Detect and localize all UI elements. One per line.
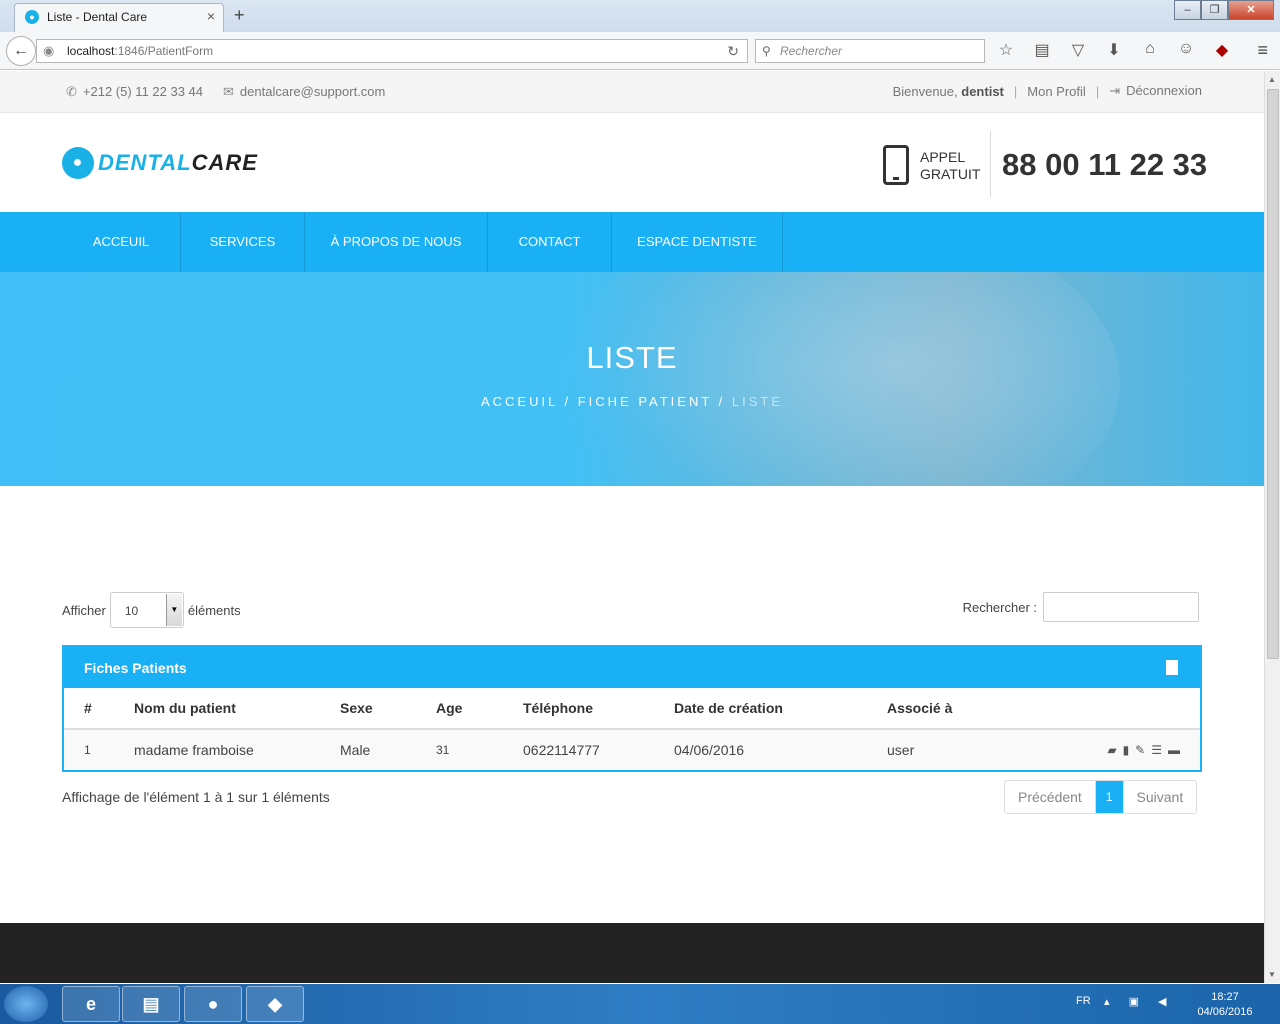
prev-page-button[interactable]: Précédent — [1005, 781, 1096, 813]
patients-panel: Fiches Patients # Nom du patient Sexe Ag… — [62, 645, 1202, 772]
clock[interactable]: 18:27 04/06/2016 — [1190, 990, 1260, 1020]
chevron-down-icon: ▼ — [165, 594, 182, 626]
page-title: LISTE — [586, 340, 678, 375]
pocket-icon[interactable]: ▽ — [1066, 40, 1090, 60]
menu-item-about[interactable]: À PROPOS DE NOUS — [305, 212, 488, 272]
logout-link[interactable]: ⇥ Déconnexion — [1109, 83, 1202, 99]
breadcrumb: ACCEUIL / FICHE PATIENT / LISTE — [480, 394, 784, 409]
main-menu: ACCEUIL SERVICES À PROPOS DE NOUS CONTAC… — [0, 212, 1264, 272]
row-actions: ▰▮✎☰▬ — [1027, 729, 1200, 770]
browser-titlebar: ● Liste - Dental Care × + – ❐ ✕ — [0, 0, 1280, 32]
phone-icon: ✆ — [66, 84, 77, 99]
reload-icon[interactable]: ↻ — [727, 40, 739, 62]
top-info-bar: ✆ +212 (5) 11 22 33 44 ✉ dentalcare@suppor… — [0, 71, 1264, 113]
ie-icon[interactable]: e — [62, 986, 120, 1022]
trash-icon[interactable]: ▬ — [1168, 743, 1186, 757]
site-header: ● DENTAL CARE APPEL GRATUIT 88 00 11 22 33 — [0, 113, 1264, 212]
col-created[interactable]: Date de création — [674, 688, 887, 730]
globe-icon: ◉ — [43, 43, 55, 58]
col-sex[interactable]: Sexe — [340, 688, 436, 730]
tray-icons[interactable]: ▴ ▣ ◀ — [1104, 995, 1175, 1008]
col-assigned[interactable]: Associé à — [887, 688, 1027, 730]
page-scrollbar[interactable]: ▲ ▼ — [1264, 71, 1280, 983]
download-icon[interactable]: ⬇ — [1102, 40, 1126, 60]
tooth-icon: ● — [62, 147, 94, 179]
url-text: localhost:1846/PatientForm — [67, 44, 214, 58]
envelope-icon: ✉ — [223, 84, 234, 99]
tab-title: Liste - Dental Care — [47, 10, 148, 24]
windows-taskbar: e ▤ ● ◆ FR ▴ ▣ ◀ 18:27 04/06/2016 — [0, 984, 1280, 1024]
breadcrumb-patient-form[interactable]: FICHE PATIENT — [578, 394, 712, 409]
language-indicator[interactable]: FR — [1076, 995, 1091, 1007]
table-controls: Afficher 10 ▼ éléments Rechercher : — [62, 592, 1202, 632]
scroll-up-icon[interactable]: ▲ — [1268, 75, 1276, 84]
col-age[interactable]: Age — [436, 688, 523, 730]
minimize-icon[interactable]: – — [1174, 0, 1201, 20]
panel-title: Fiches Patients — [84, 660, 187, 676]
browser-navbar: ← ◉ localhost:1846/PatientForm ↻ ⚲ Reche… — [0, 32, 1280, 70]
list-icon[interactable]: ☰ — [1151, 743, 1168, 757]
menu-item-services[interactable]: SERVICES — [181, 212, 305, 272]
col-phone[interactable]: Téléphone — [523, 688, 674, 730]
table-search-input[interactable] — [1043, 592, 1199, 622]
panel-header: Fiches Patients — [64, 647, 1200, 688]
table-header-row: # Nom du patient Sexe Age Téléphone Date… — [64, 688, 1200, 730]
logo[interactable]: ● DENTAL CARE — [62, 147, 258, 179]
menu-item-dentist-space[interactable]: ESPACE DENTISTE — [612, 212, 783, 272]
maximize-icon[interactable]: ❐ — [1201, 0, 1228, 20]
page-viewport: ✆ +212 (5) 11 22 33 44 ✉ dentalcare@suppor… — [0, 71, 1264, 983]
tooth-favicon-icon: ● — [25, 10, 39, 24]
toolbar-icons: ☆ ▤ ▽ ⬇ ⌂ ☺ ◆ — [994, 40, 1234, 60]
page-1-button[interactable]: 1 — [1095, 781, 1124, 813]
profile-link[interactable]: Mon Profil — [1027, 84, 1086, 99]
home-icon[interactable]: ⌂ — [1138, 40, 1162, 60]
search-icon: ⚲ — [762, 44, 771, 58]
table-info: Affichage de l'élément 1 à 1 sur 1 éléme… — [62, 789, 330, 805]
table-row[interactable]: 1 madame framboise Male 31 0622114777 04… — [64, 729, 1200, 770]
book-icon[interactable]: ▰ — [1107, 743, 1122, 757]
firefox-icon[interactable]: ● — [184, 986, 242, 1022]
close-tab-icon[interactable]: × — [207, 8, 215, 24]
browser-tab[interactable]: ● Liste - Dental Care × — [14, 3, 224, 32]
patients-table: # Nom du patient Sexe Age Téléphone Date… — [64, 688, 1200, 770]
mobile-phone-icon — [883, 145, 909, 185]
chat-icon[interactable]: ☺ — [1174, 40, 1198, 60]
back-icon[interactable]: ← — [6, 36, 36, 66]
pencil-icon[interactable]: ✎ — [1135, 743, 1151, 757]
file-icon[interactable] — [1166, 660, 1178, 675]
page-size-select[interactable]: 10 ▼ — [109, 592, 184, 628]
hotline-number: 88 00 11 22 33 — [1002, 147, 1208, 182]
close-window-icon[interactable]: ✕ — [1228, 0, 1274, 20]
breadcrumb-current: LISTE — [731, 394, 784, 409]
pagination: Précédent 1 Suivant — [1004, 780, 1198, 814]
reading-list-icon[interactable]: ▤ — [1030, 40, 1054, 60]
contact-phone: ✆ +212 (5) 11 22 33 44 — [66, 84, 204, 99]
bookmark-star-icon[interactable]: ☆ — [994, 40, 1018, 60]
ublock-icon[interactable]: ◆ — [1210, 40, 1234, 60]
site-footer — [0, 923, 1264, 983]
bookmark-icon[interactable]: ▮ — [1123, 743, 1136, 757]
url-bar[interactable]: ◉ localhost:1846/PatientForm ↻ — [36, 39, 748, 63]
contact-email: ✉ dentalcare@support.com — [223, 84, 386, 99]
next-page-button[interactable]: Suivant — [1124, 781, 1197, 813]
col-number[interactable]: # — [64, 688, 134, 730]
menu-icon[interactable]: ≡ — [1257, 40, 1268, 61]
visual-studio-icon[interactable]: ◆ — [246, 986, 304, 1022]
breadcrumb-home[interactable]: ACCEUIL — [481, 394, 558, 409]
browser-search[interactable]: ⚲ Rechercher — [755, 39, 985, 63]
new-tab-icon[interactable]: + — [234, 5, 245, 26]
menu-item-contact[interactable]: CONTACT — [488, 212, 612, 272]
menu-item-acceuil[interactable]: ACCEUIL — [62, 212, 181, 272]
col-name[interactable]: Nom du patient — [134, 688, 340, 730]
search-placeholder: Rechercher — [780, 44, 843, 58]
explorer-icon[interactable]: ▤ — [122, 986, 180, 1022]
scroll-down-icon[interactable]: ▼ — [1268, 970, 1276, 979]
window-controls: – ❐ ✕ — [1174, 0, 1274, 20]
page-hero: LISTE ACCEUIL / FICHE PATIENT / LISTE — [0, 272, 1264, 486]
sign-out-icon: ⇥ — [1109, 83, 1121, 98]
start-button[interactable] — [4, 986, 48, 1022]
hero-background-image — [560, 272, 1120, 486]
welcome-text: Bienvenue, dentist — [892, 83, 1004, 99]
scroll-thumb[interactable] — [1267, 89, 1279, 659]
